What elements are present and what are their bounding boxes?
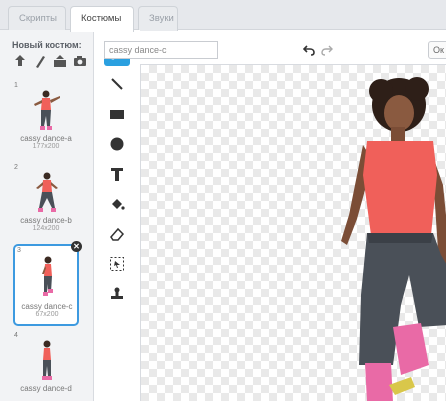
- costume-size: 67x200: [35, 311, 59, 318]
- costume-name: cassy dance-b: [20, 216, 72, 225]
- costume-item[interactable]: 4 cassy dance-d: [12, 332, 82, 401]
- paint-new-icon[interactable]: [33, 54, 47, 68]
- drawing-canvas[interactable]: [140, 64, 446, 401]
- tab-bar: Скрипты Костюмы Звуки: [0, 0, 446, 32]
- costume-name: cassy dance-a: [20, 134, 72, 143]
- tab-scripts[interactable]: Скрипты: [8, 6, 66, 31]
- rectangle-icon: [110, 110, 124, 119]
- select-icon: [110, 257, 124, 271]
- choose-from-library-icon[interactable]: [13, 54, 27, 68]
- costume-item-selected[interactable]: 3 ✕ cassy dance-c 67x200: [13, 241, 82, 326]
- stamp-icon: [111, 287, 123, 299]
- tab-costumes[interactable]: Костюмы: [70, 6, 134, 32]
- tab-sounds[interactable]: Звуки: [138, 6, 178, 31]
- undo-icon[interactable]: [303, 44, 315, 56]
- line-tool[interactable]: [104, 72, 130, 96]
- dancer-figure: [341, 77, 446, 401]
- text-tool[interactable]: [104, 162, 130, 186]
- costume-thumbnail: [34, 90, 60, 130]
- delete-costume-button[interactable]: ✕: [71, 241, 82, 252]
- costume-number: 1: [14, 82, 18, 89]
- paint-tools: [94, 30, 140, 401]
- costume-thumbnail: [42, 256, 53, 296]
- text-icon: [111, 168, 123, 181]
- costume-item[interactable]: 1 cassy dance-a 177x200: [12, 82, 82, 152]
- new-costume-icons: [13, 54, 87, 68]
- costume-name: cassy dance-c: [21, 302, 73, 311]
- costume-thumbnail: [42, 340, 52, 380]
- new-costume-label: Новый костюм:: [12, 40, 82, 50]
- eraser-icon: [110, 227, 125, 241]
- costume-thumbnail: [36, 172, 58, 212]
- costume-name-input[interactable]: [104, 41, 218, 59]
- redo-icon[interactable]: [321, 44, 333, 56]
- line-icon: [111, 78, 123, 90]
- costume-name: cassy dance-d: [20, 384, 72, 393]
- select-tool[interactable]: [104, 252, 130, 276]
- costume-number: 4: [14, 332, 18, 339]
- stamp-tool[interactable]: [104, 282, 130, 306]
- paint-bucket-icon: [112, 199, 125, 210]
- costume-number: 2: [14, 164, 18, 171]
- rectangle-tool[interactable]: [104, 102, 130, 126]
- costume-size: 124x200: [32, 225, 60, 232]
- ok-button[interactable]: Ок: [428, 41, 446, 59]
- costume-size: 177x200: [32, 143, 60, 150]
- camera-icon[interactable]: [73, 54, 87, 68]
- costume-number: 3: [17, 247, 21, 254]
- costume-list-panel: Новый костюм: 1 cassy dance-a 177x200 2: [0, 30, 94, 401]
- costume-item[interactable]: 2 cassy dance-b 124x200: [12, 164, 82, 234]
- upload-icon[interactable]: [53, 54, 67, 68]
- ellipse-icon: [110, 137, 124, 151]
- eraser-tool[interactable]: [104, 222, 130, 246]
- fill-tool[interactable]: [104, 192, 130, 216]
- ellipse-tool[interactable]: [104, 132, 130, 156]
